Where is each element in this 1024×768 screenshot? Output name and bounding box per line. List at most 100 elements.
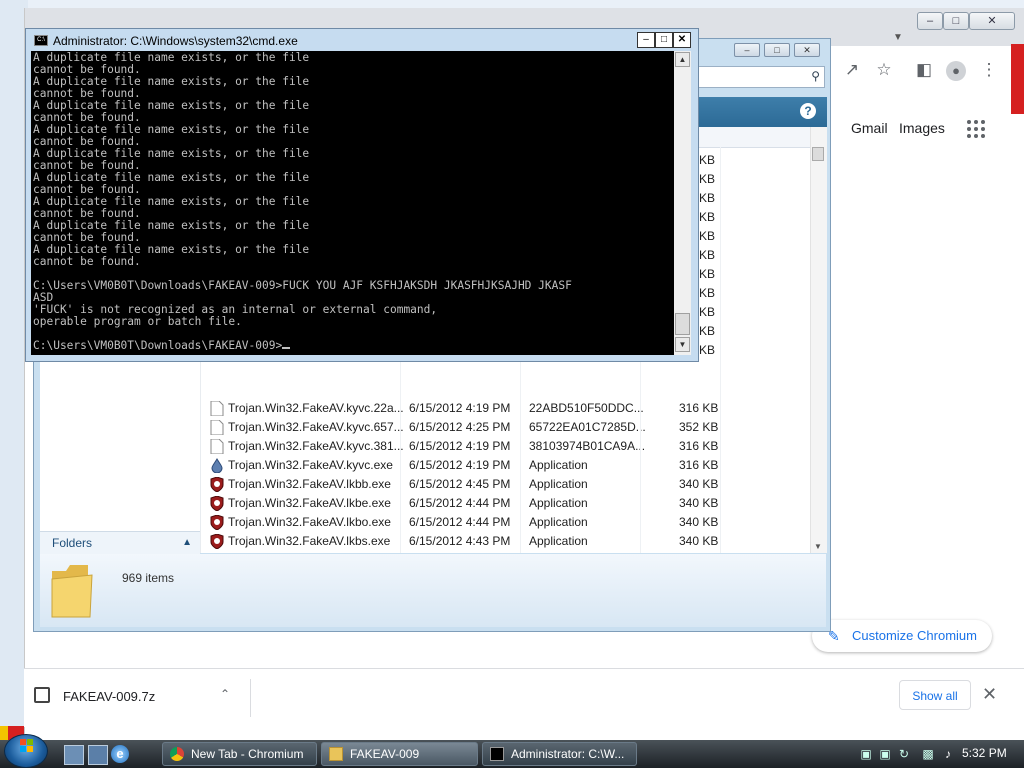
- table-row[interactable]: Trojan.Win32.FakeAV.lkbs.exe 6/15/2012 4:…: [200, 532, 810, 551]
- scrollbar-thumb[interactable]: [812, 147, 824, 161]
- gmail-link[interactable]: Gmail: [851, 120, 888, 136]
- table-row[interactable]: Trojan.Win32.FakeAV.kyvc.657... 6/15/2012…: [200, 418, 810, 437]
- chromium-maximize-button[interactable]: □: [943, 12, 969, 30]
- archive-file-icon: [34, 687, 50, 703]
- sync-icon[interactable]: ↻: [896, 746, 912, 762]
- network-icon[interactable]: ▣: [858, 746, 874, 762]
- date-cell: 6/15/2012 4:25 PM: [409, 420, 511, 434]
- safely-remove-icon[interactable]: ▣: [877, 746, 893, 762]
- tab-search-icon[interactable]: ▼: [893, 32, 903, 43]
- table-row[interactable]: Trojan.Win32.FakeAV.lkbo.exe 6/15/2012 4:…: [200, 513, 810, 532]
- size-cell: 340 KB: [679, 477, 719, 491]
- task-chromium[interactable]: New Tab - Chromium: [162, 742, 317, 766]
- task-explorer[interactable]: FAKEAV-009: [321, 742, 478, 766]
- explorer-close-button[interactable]: ✕: [794, 43, 820, 57]
- table-row[interactable]: Trojan.Win32.FakeAV.kyvc.22a... 6/15/2012…: [200, 399, 810, 418]
- shield-icon: [210, 514, 224, 531]
- shield-icon: [210, 495, 224, 512]
- task-cmd[interactable]: Administrator: C:\W...: [482, 742, 637, 766]
- scrollbar-thumb[interactable]: [675, 313, 690, 335]
- shield-icon: [210, 476, 224, 493]
- chromium-close-button[interactable]: ✕: [969, 12, 1015, 30]
- network-status-icon[interactable]: ▩: [920, 746, 936, 762]
- document-icon: [210, 438, 224, 455]
- table-row[interactable]: Trojan.Win32.FakeAV.kyvc.exe 6/15/2012 4:…: [200, 456, 810, 475]
- explorer-maximize-button[interactable]: □: [764, 43, 790, 57]
- internet-explorer-icon[interactable]: e: [111, 745, 129, 763]
- type-cell: Application: [529, 534, 588, 548]
- scroll-up-arrow-icon[interactable]: ▲: [675, 52, 690, 67]
- taskbar: e New Tab - Chromium FAKEAV-009 Administ…: [0, 734, 1024, 768]
- help-icon[interactable]: ?: [800, 103, 816, 119]
- shield-icon: [210, 533, 224, 550]
- bookmark-star-icon[interactable]: ☆: [870, 56, 898, 84]
- task-label: FAKEAV-009: [350, 747, 420, 761]
- details-pane: [40, 554, 826, 627]
- chromium-minimize-button[interactable]: –: [917, 12, 943, 30]
- share-icon[interactable]: ↗: [838, 56, 866, 84]
- side-panel-icon[interactable]: ◧: [910, 56, 938, 84]
- name-cell: Trojan.Win32.FakeAV.lkbo.exe: [228, 515, 391, 529]
- cmd-icon: C:\: [34, 35, 48, 46]
- table-row[interactable]: Trojan.Win32.FakeAV.lkcq.exe6/15/2012 4:…: [200, 551, 810, 553]
- table-row[interactable]: Trojan.Win32.FakeAV.lkbb.exe 6/15/2012 4:…: [200, 475, 810, 494]
- console-text: A duplicate file name exists, or the fil…: [33, 51, 572, 352]
- download-file-name[interactable]: FAKEAV-009.7z: [63, 689, 155, 704]
- name-cell: Trojan.Win32.FakeAV.kyvc.381...: [228, 439, 404, 453]
- size-cell: KB: [699, 172, 716, 186]
- volume-muted-icon[interactable]: ♪: [940, 746, 956, 762]
- type-cell: 22ABD510F50DDC...: [529, 401, 644, 415]
- explorer-search-input[interactable]: ⚲: [697, 66, 825, 88]
- show-all-button[interactable]: Show all: [899, 680, 971, 710]
- cmd-maximize-button[interactable]: □: [655, 32, 673, 48]
- date-cell: 6/15/2012 4:19 PM: [409, 439, 511, 453]
- size-cell: 340 KB: [679, 534, 719, 548]
- search-icon: ⚲: [811, 69, 820, 83]
- switch-windows-icon[interactable]: [88, 745, 108, 765]
- windows-logo-icon: [20, 739, 33, 752]
- date-cell: 6/15/2012 4:19 PM: [409, 458, 511, 472]
- table-row[interactable]: Trojan.Win32.FakeAV.kyvc.381... 6/15/2012…: [200, 437, 810, 456]
- chevron-up-icon[interactable]: ⌃: [220, 687, 230, 701]
- date-cell: 6/15/2012 4:45 PM: [409, 477, 511, 491]
- cmd-minimize-button[interactable]: –: [637, 32, 655, 48]
- size-cell: 340 KB: [679, 496, 719, 510]
- file-list-scrollbar[interactable]: ▼: [810, 127, 827, 553]
- type-cell: Application: [529, 477, 588, 491]
- profile-avatar-icon[interactable]: ●: [942, 56, 970, 84]
- table-row[interactable]: Trojan.Win32.FakeAV.lkbe.exe 6/15/2012 4:…: [200, 494, 810, 513]
- customize-chromium-button[interactable]: ✎ Customize Chromium: [812, 620, 992, 652]
- name-cell: Trojan.Win32.FakeAV.lkbs.exe: [228, 534, 391, 548]
- explorer-minimize-button[interactable]: –: [734, 43, 760, 57]
- folders-toggle[interactable]: Folders ▲: [40, 531, 200, 554]
- name-cell: Trojan.Win32.FakeAV.kyvc.22a...: [228, 401, 404, 415]
- type-cell: Application: [529, 458, 588, 472]
- clock[interactable]: 5:32 PM: [962, 746, 1007, 760]
- document-icon: [210, 400, 224, 417]
- size-cell: KB: [699, 153, 716, 167]
- cmd-icon: [490, 747, 504, 761]
- download-shelf: FAKEAV-009.7z ⌃ Show all ✕: [24, 668, 1024, 727]
- close-icon[interactable]: ✕: [982, 684, 997, 705]
- type-cell: Application: [529, 515, 588, 529]
- size-cell: KB: [699, 267, 716, 281]
- menu-kebab-icon[interactable]: ⋮: [975, 56, 1003, 84]
- date-cell: 6/15/2012 4:19 PM: [409, 401, 511, 415]
- console-output[interactable]: A duplicate file name exists, or the fil…: [31, 51, 674, 355]
- size-cell: KB: [699, 343, 716, 357]
- size-cell: KB: [699, 286, 716, 300]
- size-cell: 316 KB: [679, 439, 719, 453]
- chromium-icon: [170, 747, 184, 761]
- document-icon: [210, 419, 224, 436]
- date-cell: 6/15/2012 4:44 PM: [409, 515, 511, 529]
- start-button[interactable]: [4, 734, 48, 768]
- task-label: New Tab - Chromium: [191, 747, 304, 761]
- images-link[interactable]: Images: [899, 120, 945, 136]
- divider: [250, 679, 251, 717]
- show-desktop-icon[interactable]: [64, 745, 84, 765]
- cmd-close-button[interactable]: ✕: [673, 32, 691, 48]
- scroll-down-arrow-icon[interactable]: ▼: [675, 337, 690, 352]
- date-cell: 6/15/2012 4:43 PM: [409, 534, 511, 548]
- google-apps-icon[interactable]: [967, 120, 987, 140]
- console-scrollbar[interactable]: ▲ ▼: [674, 51, 691, 355]
